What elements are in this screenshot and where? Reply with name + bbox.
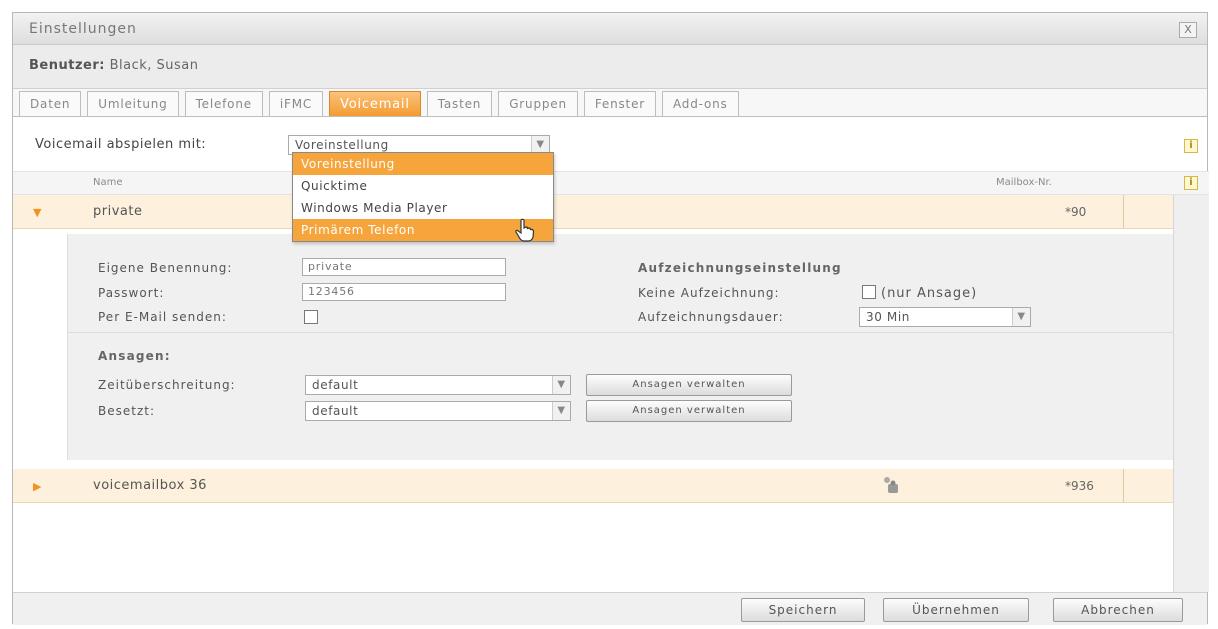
tab-umleitung[interactable]: Umleitung xyxy=(87,91,179,117)
info-icon[interactable]: i xyxy=(1184,139,1198,153)
timeout-select-value: default xyxy=(312,378,359,392)
vertical-scrollbar[interactable] xyxy=(1173,195,1209,592)
tab-bar: Daten Umleitung Telefone iFMC Voicemail … xyxy=(19,91,745,117)
tab-telefone[interactable]: Telefone xyxy=(184,91,263,117)
tab-add-ons[interactable]: Add-ons xyxy=(661,91,739,117)
expanded-arrow-icon[interactable]: ▼ xyxy=(33,206,41,219)
dropdown-option[interactable]: Quicktime xyxy=(293,175,553,197)
tab-fenster[interactable]: Fenster xyxy=(583,91,656,117)
duration-select-value: 30 Min xyxy=(866,310,910,324)
mailbox-name: voicemailbox 36 xyxy=(93,478,207,493)
dialog-title: Einstellungen xyxy=(29,21,137,37)
mailbox-detail-panel: Eigene Benennung: private Passwort: 1234… xyxy=(67,234,1174,460)
tab-ifmc[interactable]: iFMC xyxy=(268,91,324,117)
dropdown-option[interactable]: Voreinstellung xyxy=(293,153,553,175)
own-name-label: Eigene Benennung: xyxy=(98,261,233,275)
email-checkbox[interactable] xyxy=(304,310,318,324)
busy-select[interactable]: default ▼ xyxy=(305,401,571,421)
tab-tasten[interactable]: Tasten xyxy=(426,91,493,117)
mailbox-number: *90 xyxy=(1065,205,1087,219)
title-bar: Einstellungen X xyxy=(13,13,1207,45)
playback-label: Voicemail abspielen mit: xyxy=(35,137,207,152)
table-row[interactable]: ▼ private *90 xyxy=(13,195,1173,229)
chevron-down-icon[interactable]: ▼ xyxy=(552,376,570,394)
table-header: Name Mailbox-Nr. i xyxy=(13,171,1209,195)
apply-button[interactable]: Übernehmen xyxy=(883,598,1029,622)
user-label: Benutzer: xyxy=(29,58,105,73)
column-divider xyxy=(1123,469,1124,503)
cancel-button[interactable]: Abbrechen xyxy=(1053,598,1183,622)
tab-voicemail[interactable]: Voicemail xyxy=(329,91,421,117)
dialog-footer: Speichern Übernehmen Abbrechen xyxy=(13,592,1207,625)
save-button[interactable]: Speichern xyxy=(741,598,865,622)
chevron-down-icon[interactable]: ▼ xyxy=(552,402,570,420)
manage-announcements-button[interactable]: Ansagen verwalten xyxy=(586,374,792,396)
settings-dialog: Einstellungen X Benutzer: Black, Susan D… xyxy=(12,12,1209,625)
dropdown-option[interactable]: Windows Media Player xyxy=(293,197,553,219)
user-info: Benutzer: Black, Susan xyxy=(29,58,199,73)
announcements-title: Ansagen: xyxy=(98,349,171,363)
user-name: Black, Susan xyxy=(109,58,199,73)
duration-label: Aufzeichnungsdauer: xyxy=(638,310,784,324)
password-label: Passwort: xyxy=(98,286,165,300)
user-bar: Benutzer: Black, Susan xyxy=(13,45,1207,89)
no-recording-label: Keine Aufzeichnung: xyxy=(638,286,780,300)
email-label: Per E-Mail senden: xyxy=(98,310,227,324)
own-name-input[interactable]: private xyxy=(302,258,506,276)
manage-announcements-busy-button[interactable]: Ansagen verwalten xyxy=(586,400,792,422)
mailbox-number: *936 xyxy=(1065,479,1094,493)
playback-select-value: Voreinstellung xyxy=(295,138,389,152)
busy-select-value: default xyxy=(312,404,359,418)
tab-daten[interactable]: Daten xyxy=(19,91,82,117)
column-divider xyxy=(1123,195,1124,229)
password-input[interactable]: 123456 xyxy=(302,283,506,301)
close-button[interactable]: X xyxy=(1179,22,1197,38)
column-mailbox[interactable]: Mailbox-Nr. xyxy=(996,177,1052,188)
column-info-icon[interactable]: i xyxy=(1184,176,1198,190)
hand-cursor-icon xyxy=(514,218,536,246)
user-group-icon xyxy=(881,475,899,499)
no-recording-checkbox[interactable] xyxy=(862,285,876,299)
recording-settings-title: Aufzeichnungseinstellung xyxy=(638,261,842,275)
chevron-down-icon[interactable]: ▼ xyxy=(1012,308,1030,326)
column-name[interactable]: Name xyxy=(93,177,123,188)
timeout-select[interactable]: default ▼ xyxy=(305,375,571,395)
tab-gruppen[interactable]: Gruppen xyxy=(498,91,578,117)
voicemail-panel: Voicemail abspielen mit: Voreinstellung … xyxy=(13,117,1209,592)
timeout-label: Zeitüberschreitung: xyxy=(98,378,236,392)
collapsed-arrow-icon[interactable]: ▶ xyxy=(33,480,41,493)
announcements-section: Ansagen: Zeitüberschreitung: default ▼ A… xyxy=(68,332,1174,460)
table-row[interactable]: ▶ voicemailbox 36 *936 xyxy=(13,469,1173,503)
no-recording-note: (nur Ansage) xyxy=(881,286,978,301)
duration-select[interactable]: 30 Min ▼ xyxy=(859,307,1031,327)
busy-label: Besetzt: xyxy=(98,404,156,418)
mailbox-name: private xyxy=(93,204,143,219)
